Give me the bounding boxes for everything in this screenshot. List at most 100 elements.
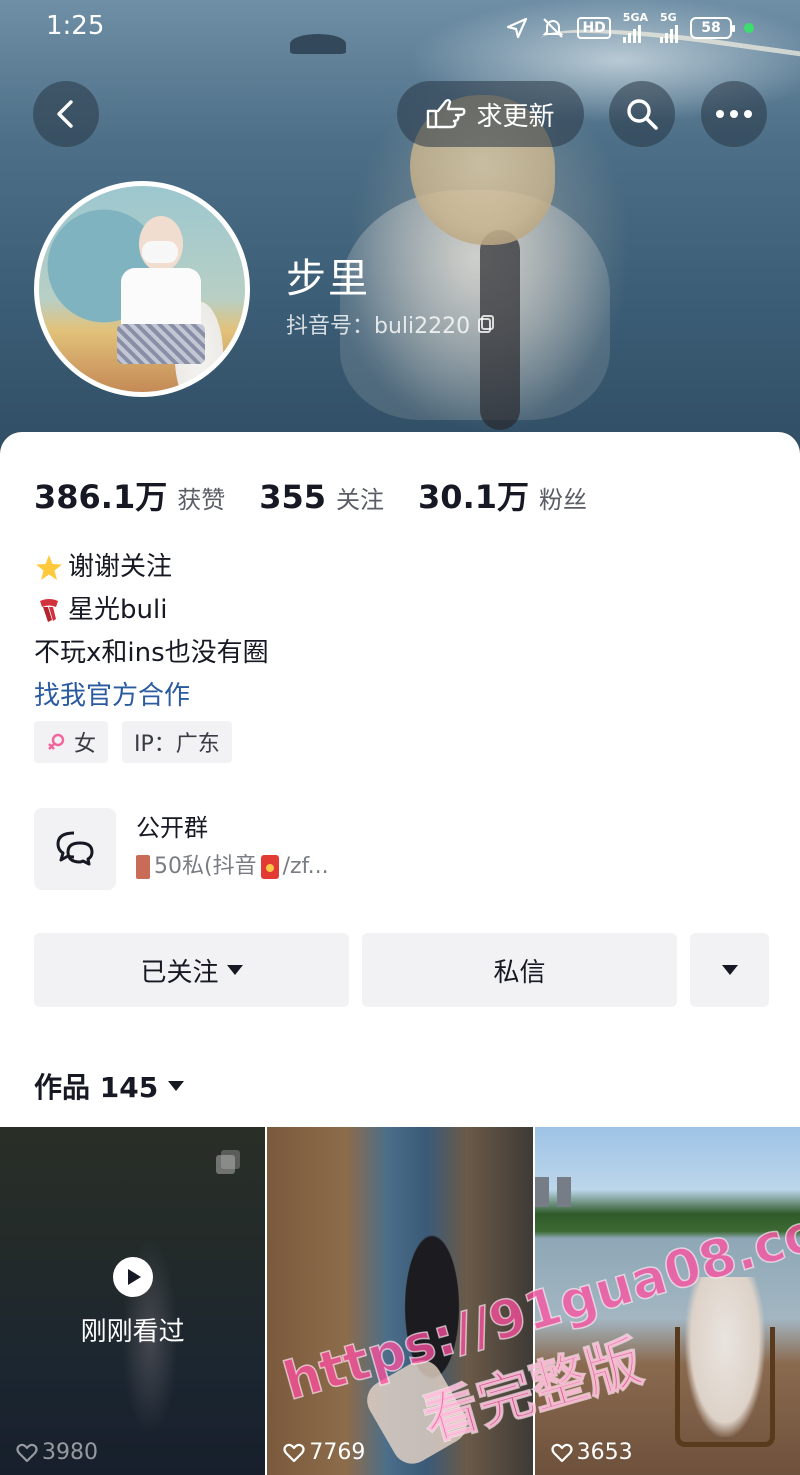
bio: 谢谢关注 星光buli 不玩x和ins也没有圈 找我官方合作: [34, 546, 269, 718]
work-thumbnail-figure: [360, 1353, 475, 1471]
recommend-toggle-button[interactable]: [690, 933, 769, 1007]
work-likes-count: 7769: [309, 1440, 366, 1465]
net-label-5ga: 5GA: [622, 11, 648, 24]
signal-bars-icon: [622, 23, 641, 43]
search-button[interactable]: [609, 81, 675, 147]
work-likes: 3980: [16, 1440, 98, 1465]
work-likes: 3653: [551, 1440, 633, 1465]
signal-5ga: 5GA: [622, 11, 648, 43]
message-button[interactable]: 私信: [362, 933, 677, 1007]
caret-down-icon: [168, 1081, 185, 1091]
avatar[interactable]: [34, 181, 250, 397]
more-options-button[interactable]: [701, 81, 767, 147]
group-subtitle-part1: 50私(抖音: [154, 854, 257, 879]
nickname: 步里: [286, 256, 370, 302]
search-icon: [627, 99, 658, 130]
red-envelope-icon: [260, 855, 279, 879]
stats-row: 386.1万 获赞 355 关注 30.1万 粉丝: [34, 472, 621, 518]
bio-line-2: 星光buli: [34, 589, 269, 632]
status-icons: HD 5GA 5G 58: [505, 12, 754, 43]
door-icon: [136, 855, 150, 879]
douyin-id: 抖音号：buli2220: [286, 314, 471, 339]
stat-following-value: 355: [259, 478, 327, 516]
copy-icon[interactable]: [476, 314, 496, 334]
status-time: 1:25: [46, 11, 105, 41]
bio-text-3: 不玩x和ins也没有圈: [34, 638, 269, 668]
avatar-shirt: [121, 268, 201, 330]
stat-followers-value: 30.1万: [418, 478, 529, 516]
battery-icon: 58: [690, 16, 735, 39]
just-watched-overlay: 刚刚看过: [0, 1257, 265, 1348]
stat-followers[interactable]: 30.1万 粉丝: [418, 472, 587, 518]
work-item[interactable]: 刚刚看过 3980: [0, 1127, 266, 1475]
location-arrow-icon: [507, 17, 528, 38]
works-count-label: 作品 145: [34, 1071, 159, 1104]
stat-following[interactable]: 355 关注: [259, 478, 384, 516]
request-update-button[interactable]: 求更新: [397, 81, 584, 147]
just-watched-label: 刚刚看过: [80, 1317, 185, 1347]
back-button[interactable]: [33, 81, 99, 147]
female-icon: [48, 733, 65, 750]
glowing-star-icon: [36, 554, 62, 580]
bio-line-1: 谢谢关注: [34, 546, 269, 589]
bio-text-2: 星光buli: [68, 595, 168, 625]
ip-location-tag: IP：广东: [122, 721, 232, 763]
followed-button[interactable]: 已关注: [34, 933, 349, 1007]
bio-line-3: 不玩x和ins也没有圈: [34, 632, 269, 675]
works-grid: 刚刚看过 3980 7769 3653: [0, 1127, 800, 1475]
ip-location-label: IP：广东: [134, 732, 220, 757]
message-label: 私信: [493, 957, 546, 988]
heart-icon: [283, 1443, 305, 1462]
works-tab[interactable]: 作品 145: [34, 1066, 185, 1106]
gender-tag: 女: [34, 721, 109, 763]
gender-label: 女: [74, 732, 97, 757]
group-text: 公开群 50私(抖音 /zf...: [136, 810, 329, 888]
signal-5g: 5G: [660, 12, 678, 43]
multi-image-icon: [216, 1150, 241, 1174]
request-update-label: 求更新: [476, 101, 555, 132]
group-chat-icon: [34, 808, 116, 890]
more-dots-icon: [716, 110, 752, 118]
play-icon: [112, 1257, 153, 1297]
chevron-left-icon: [57, 100, 73, 128]
group-subtitle: 50私(抖音 /zf...: [136, 846, 329, 888]
work-likes-count: 3653: [576, 1440, 633, 1465]
action-buttons: 已关注 私信: [34, 933, 769, 1007]
bio-line-4: 找我官方合作: [34, 675, 269, 718]
public-group-entry[interactable]: 公开群 50私(抖音 /zf...: [34, 808, 329, 890]
group-title: 公开群: [136, 814, 208, 842]
profile-tags: 女 IP：广东: [34, 721, 232, 763]
stat-likes-value: 386.1万: [34, 478, 168, 516]
work-thumbnail-building: [534, 1177, 549, 1207]
hd-voice-badge: HD: [577, 16, 611, 39]
mute-bell-icon: [543, 17, 564, 38]
pointing-hand-icon: [427, 99, 466, 129]
followed-label: 已关注: [140, 957, 219, 988]
work-thumbnail-figure: [684, 1277, 765, 1437]
work-likes: 7769: [283, 1440, 365, 1465]
privacy-dot-icon: [744, 22, 754, 33]
scarf-icon: [40, 598, 58, 622]
caret-down-icon: [226, 965, 243, 975]
net-label-5g: 5G: [660, 11, 677, 24]
douyin-id-row[interactable]: 抖音号：buli2220: [286, 308, 496, 340]
avatar-mask: [142, 241, 178, 263]
work-item[interactable]: 3653: [534, 1127, 800, 1475]
caret-down-icon: [721, 965, 738, 975]
stat-following-label: 关注: [336, 486, 385, 514]
avatar-skirt: [117, 324, 205, 364]
cooperation-link[interactable]: 找我官方合作: [34, 675, 190, 718]
stat-likes[interactable]: 386.1万 获赞: [34, 472, 225, 518]
heart-icon: [16, 1443, 38, 1462]
profile-sheet: 386.1万 获赞 355 关注 30.1万 粉丝 谢谢关注 星光buli 不玩…: [0, 432, 800, 1475]
group-subtitle-part2: /zf...: [282, 854, 329, 879]
work-likes-count: 3980: [42, 1440, 98, 1465]
stat-followers-label: 粉丝: [539, 486, 587, 514]
stat-likes-label: 获赞: [177, 486, 226, 514]
signal-bars-icon: [660, 23, 678, 43]
status-bar: 1:25 HD 5GA 5G 58: [0, 0, 800, 58]
work-thumbnail-building: [556, 1177, 571, 1207]
bio-text-1: 谢谢关注: [68, 552, 173, 582]
heart-icon: [551, 1443, 573, 1462]
work-item[interactable]: 7769: [267, 1127, 533, 1475]
